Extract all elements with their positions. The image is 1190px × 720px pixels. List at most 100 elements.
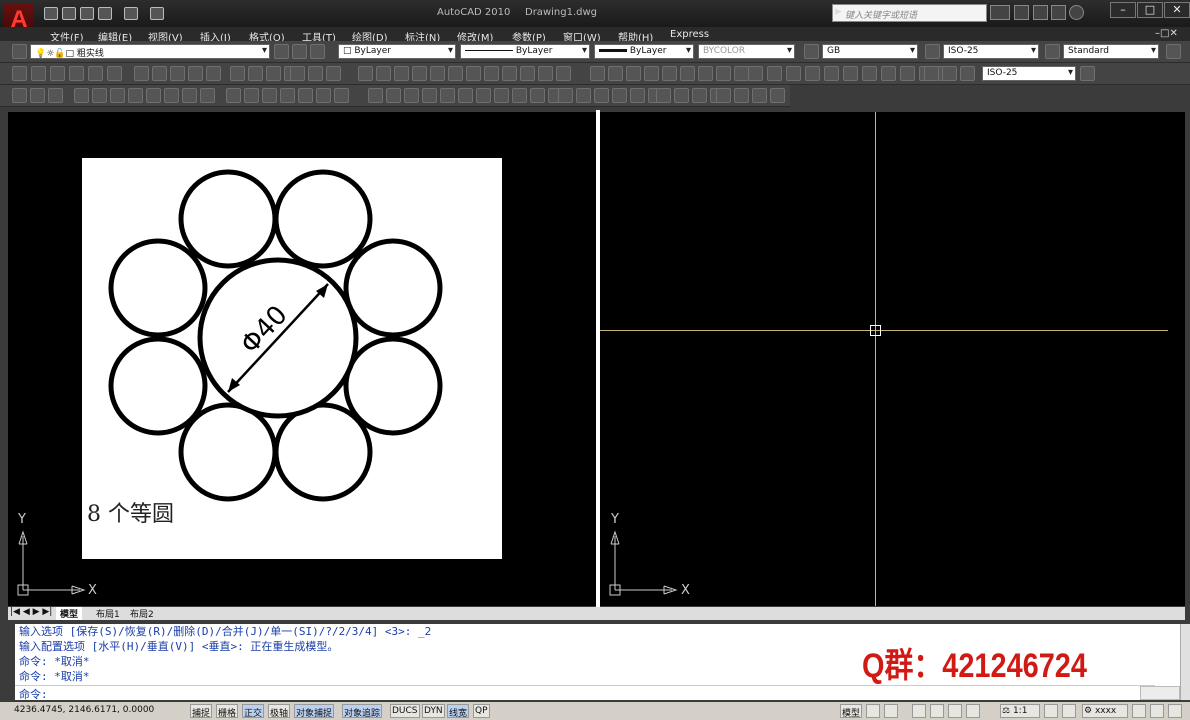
menu-express[interactable]: Express [670, 29, 709, 40]
row3-tool-icon-32[interactable] [612, 88, 627, 103]
row2-tool-icon-6[interactable] [134, 66, 149, 81]
plot-icon[interactable] [150, 7, 164, 20]
row3-tool-icon-5[interactable] [110, 88, 125, 103]
annotation-scale[interactable]: ⚖ 1:1 [1000, 704, 1040, 718]
row2-tool-icon-50[interactable] [924, 66, 939, 81]
row3-tool-icon-10[interactable] [200, 88, 215, 103]
steering-wheel-icon[interactable] [948, 704, 962, 718]
row3-tool-icon-4[interactable] [92, 88, 107, 103]
tab-nav-arrows[interactable]: |◀ ◀ ▶ ▶| [10, 607, 52, 617]
row3-tool-icon-13[interactable] [262, 88, 277, 103]
row2-tool-icon-25[interactable] [484, 66, 499, 81]
row2-tool-icon-45[interactable] [862, 66, 877, 81]
row3-tool-icon-21[interactable] [422, 88, 437, 103]
text-style-icon[interactable] [804, 44, 819, 59]
row2-tool-icon-39[interactable] [748, 66, 763, 81]
row2-tool-icon-38[interactable] [734, 66, 749, 81]
linetype-dropdown[interactable]: ByLayer [460, 44, 590, 59]
row2-tool-icon-12[interactable] [248, 66, 263, 81]
command-hscroll[interactable] [1140, 686, 1180, 700]
make-current-icon[interactable] [274, 44, 289, 59]
row2-tool-icon-0[interactable] [12, 66, 27, 81]
row2-tool-icon-42[interactable] [805, 66, 820, 81]
workspace-switch[interactable]: ⚙ xxxx [1082, 704, 1128, 718]
plotstyle-dropdown[interactable]: BYCOLOR [698, 44, 795, 59]
status-toggle-9[interactable]: QP [473, 704, 490, 718]
table-style-dropdown[interactable]: Standard [1063, 44, 1159, 59]
row3-tool-icon-36[interactable] [674, 88, 689, 103]
dim-style-dropdown[interactable]: ISO-25 [943, 44, 1039, 59]
row2-tool-icon-30[interactable] [590, 66, 605, 81]
row3-tool-icon-18[interactable] [368, 88, 383, 103]
row3-tool-icon-39[interactable] [716, 88, 731, 103]
row2-tool-icon-34[interactable] [662, 66, 677, 81]
redo-icon[interactable] [124, 7, 138, 20]
status-toggle-8[interactable]: 线宽 [447, 704, 470, 719]
reference-image[interactable]: Φ40 8 个等圆 [82, 158, 502, 559]
row2-tool-icon-5[interactable] [107, 66, 122, 81]
close-button[interactable]: ✕ [1164, 2, 1190, 18]
auto-scale-icon[interactable] [1062, 704, 1076, 718]
row2-tool-icon-36[interactable] [698, 66, 713, 81]
dim-style-icon[interactable] [925, 44, 940, 59]
row2-tool-icon-32[interactable] [626, 66, 641, 81]
row2-tool-icon-4[interactable] [88, 66, 103, 81]
row3-tool-icon-15[interactable] [298, 88, 313, 103]
row3-tool-icon-17[interactable] [334, 88, 349, 103]
status-toggle-0[interactable]: 捕捉 [190, 704, 213, 719]
row2-tool-icon-13[interactable] [266, 66, 281, 81]
row2-tool-icon-17[interactable] [326, 66, 341, 81]
tab-model[interactable]: 模型 [56, 607, 83, 620]
row3-tool-icon-24[interactable] [476, 88, 491, 103]
row3-tool-icon-42[interactable] [770, 88, 785, 103]
row3-tool-icon-0[interactable] [12, 88, 27, 103]
multileader-icon[interactable] [1080, 66, 1095, 81]
row2-tool-icon-15[interactable] [290, 66, 305, 81]
row3-tool-icon-22[interactable] [440, 88, 455, 103]
row2-tool-icon-47[interactable] [900, 66, 915, 81]
row3-tool-icon-26[interactable] [512, 88, 527, 103]
row2-tool-icon-23[interactable] [448, 66, 463, 81]
status-toggle-7[interactable]: DYN [422, 704, 445, 718]
model-space-button[interactable]: 模型 [840, 704, 863, 719]
layout-view-icon[interactable] [866, 704, 880, 718]
row3-tool-icon-14[interactable] [280, 88, 295, 103]
minimize-button[interactable]: – [1110, 2, 1136, 18]
row2-tool-icon-41[interactable] [786, 66, 801, 81]
row2-tool-icon-40[interactable] [767, 66, 782, 81]
row2-tool-icon-16[interactable] [308, 66, 323, 81]
binoculars-icon[interactable] [990, 5, 1010, 20]
row2-tool-icon-37[interactable] [716, 66, 731, 81]
status-toggle-1[interactable]: 栅格 [216, 704, 239, 719]
table-style-icon[interactable] [1045, 44, 1060, 59]
search-tools-icon[interactable] [1014, 5, 1029, 20]
row3-tool-icon-9[interactable] [182, 88, 197, 103]
row2-tool-icon-44[interactable] [843, 66, 858, 81]
row2-tool-icon-46[interactable] [881, 66, 896, 81]
status-menu-icon[interactable] [1150, 704, 1164, 718]
subscription-icon[interactable] [1033, 5, 1048, 20]
row2-tool-icon-29[interactable] [556, 66, 571, 81]
row2-tool-icon-43[interactable] [824, 66, 839, 81]
status-toggle-4[interactable]: 对象捕捉 [294, 704, 335, 719]
row3-tool-icon-8[interactable] [164, 88, 179, 103]
layer-states-icon[interactable] [310, 44, 325, 59]
row3-tool-icon-11[interactable] [226, 88, 241, 103]
clean-screen-icon[interactable] [1168, 704, 1182, 718]
layer-previous-icon[interactable] [292, 44, 307, 59]
status-toggle-6[interactable]: DUCS [390, 704, 420, 718]
row2-tool-icon-1[interactable] [31, 66, 46, 81]
row3-tool-icon-16[interactable] [316, 88, 331, 103]
row3-tool-icon-6[interactable] [128, 88, 143, 103]
row2-tool-icon-11[interactable] [230, 66, 245, 81]
row2-tool-icon-27[interactable] [520, 66, 535, 81]
row2-tool-icon-31[interactable] [608, 66, 623, 81]
layer-manager-icon[interactable] [12, 44, 27, 59]
row3-tool-icon-27[interactable] [530, 88, 545, 103]
favorites-icon[interactable] [1051, 5, 1066, 20]
row2-tool-icon-9[interactable] [188, 66, 203, 81]
row3-tool-icon-7[interactable] [146, 88, 161, 103]
status-toggle-2[interactable]: 正交 [242, 704, 265, 719]
row2-tool-icon-35[interactable] [680, 66, 695, 81]
row3-tool-icon-25[interactable] [494, 88, 509, 103]
